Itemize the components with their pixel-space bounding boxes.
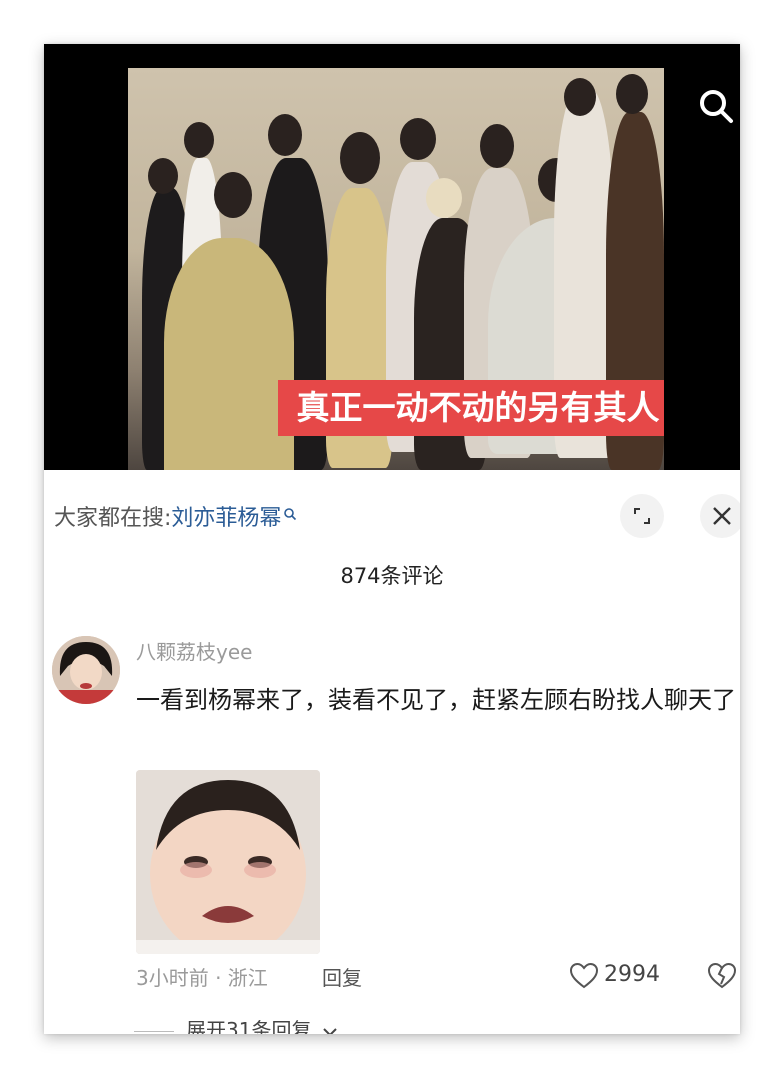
dislike-button[interactable]	[706, 960, 738, 992]
close-button[interactable]	[700, 494, 740, 538]
figure-shape	[214, 172, 252, 218]
expand-replies-button[interactable]: 展开31条回复	[134, 1014, 338, 1034]
reply-button[interactable]: 回复	[322, 962, 362, 991]
search-button[interactable]	[696, 86, 736, 126]
figure-shape	[148, 158, 178, 194]
comment-count: 874条评论	[340, 564, 444, 588]
expand-replies-label: 展开31条回复	[186, 1018, 312, 1034]
chevron-down-icon	[323, 1027, 337, 1034]
video-player[interactable]: 真正一动不动的另有其人	[44, 44, 740, 470]
trending-prefix: 大家都在搜:	[54, 506, 172, 531]
search-icon	[700, 90, 733, 123]
divider-line	[134, 1031, 174, 1032]
comment-time-location: 3小时前 · 浙江	[136, 966, 268, 990]
video-caption: 真正一动不动的另有其人	[278, 380, 664, 436]
heart-icon	[569, 962, 599, 989]
figure-shape	[400, 118, 436, 160]
trending-search[interactable]: 大家都在搜:刘亦菲杨幂	[54, 500, 297, 532]
figure-shape	[164, 238, 294, 470]
comment-username[interactable]: 八颗荔枝yee	[136, 636, 252, 665]
figure-shape	[268, 114, 302, 156]
like-count: 2994	[604, 962, 660, 987]
broken-heart-icon	[707, 962, 737, 989]
trending-keyword-link[interactable]: 刘亦菲杨幂	[171, 506, 281, 531]
crying-baby-image	[136, 770, 320, 954]
like-button[interactable]: 2994	[568, 960, 660, 992]
figure-shape	[340, 132, 380, 184]
small-search-icon	[284, 508, 297, 521]
expand-button[interactable]	[620, 494, 664, 538]
close-icon	[713, 507, 731, 525]
figure-shape	[184, 122, 214, 158]
comment-panel: 真正一动不动的另有其人 大家都在搜:刘亦菲杨幂 874条评论 八颗荔枝yee 一…	[44, 44, 740, 1034]
avatar[interactable]	[52, 636, 120, 704]
figure-shape	[564, 78, 596, 116]
comment-image[interactable]	[136, 770, 320, 954]
figure-shape	[426, 178, 462, 218]
avatar-image	[52, 636, 120, 704]
figure-shape	[480, 124, 514, 168]
video-frame: 真正一动不动的另有其人	[128, 68, 664, 470]
comment-body: 一看到杨幂来了，装看不见了，赶紧左顾右盼找人聊天了	[136, 686, 736, 714]
expand-icon	[634, 508, 650, 524]
figure-shape	[616, 74, 648, 114]
